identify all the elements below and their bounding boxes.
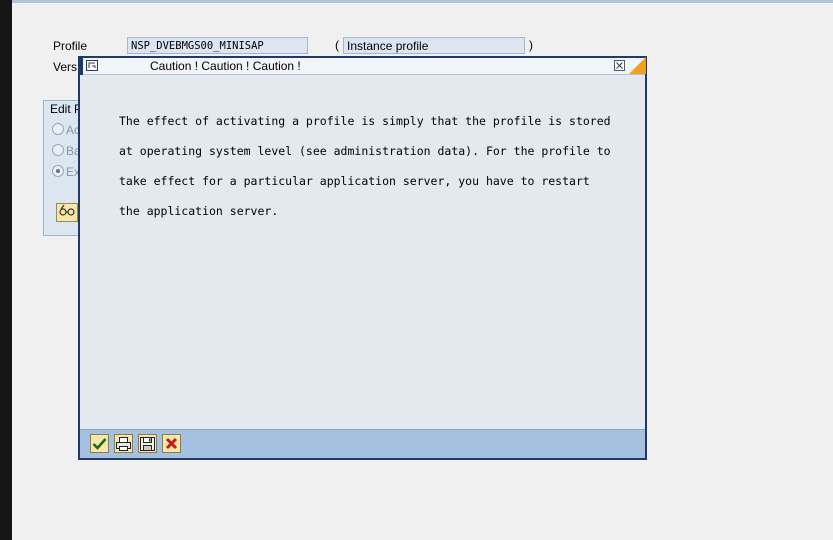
close-icon[interactable] <box>614 60 625 71</box>
edit-glasses-button[interactable] <box>56 203 78 222</box>
dialog-window-icon[interactable] <box>86 60 98 71</box>
profile-label: Profile <box>53 39 88 53</box>
titlebar-accent-corner <box>629 57 646 74</box>
radio-option-2[interactable] <box>52 144 64 156</box>
checkmark-icon <box>92 438 107 450</box>
left-window-edge <box>0 0 12 540</box>
cancel-button[interactable] <box>162 434 181 453</box>
glasses-icon <box>59 204 75 216</box>
print-icon <box>116 436 131 451</box>
caution-dialog: Caution ! Caution ! Caution ! The effect… <box>78 56 647 460</box>
profile-field[interactable]: NSP_DVEBMGS00_MINISAP <box>127 37 308 54</box>
save-icon <box>140 436 155 451</box>
save-button[interactable] <box>138 434 157 453</box>
paren-open: ( <box>335 38 339 52</box>
top-border-line <box>0 0 833 3</box>
message-line: at operating system level (see administr… <box>119 144 611 158</box>
print-button[interactable] <box>114 434 133 453</box>
message-line: the application server. <box>119 204 279 218</box>
radio-option-3[interactable] <box>52 165 64 177</box>
profile-type-field[interactable]: Instance profile <box>343 37 525 54</box>
version-label: Vers <box>53 60 78 74</box>
dialog-footer-toolbar <box>80 429 645 458</box>
message-line: The effect of activating a profile is si… <box>119 114 611 128</box>
cancel-icon <box>165 437 178 450</box>
message-line: take effect for a particular application… <box>119 174 590 188</box>
radio-option-1[interactable] <box>52 123 64 135</box>
continue-button[interactable] <box>90 434 109 453</box>
dialog-message: The effect of activating a profile is si… <box>119 106 629 226</box>
dialog-titlebar[interactable]: Caution ! Caution ! Caution ! <box>80 57 646 75</box>
titlebar-left-edge <box>80 58 83 75</box>
dialog-title: Caution ! Caution ! Caution ! <box>150 59 301 73</box>
paren-close: ) <box>529 38 533 52</box>
